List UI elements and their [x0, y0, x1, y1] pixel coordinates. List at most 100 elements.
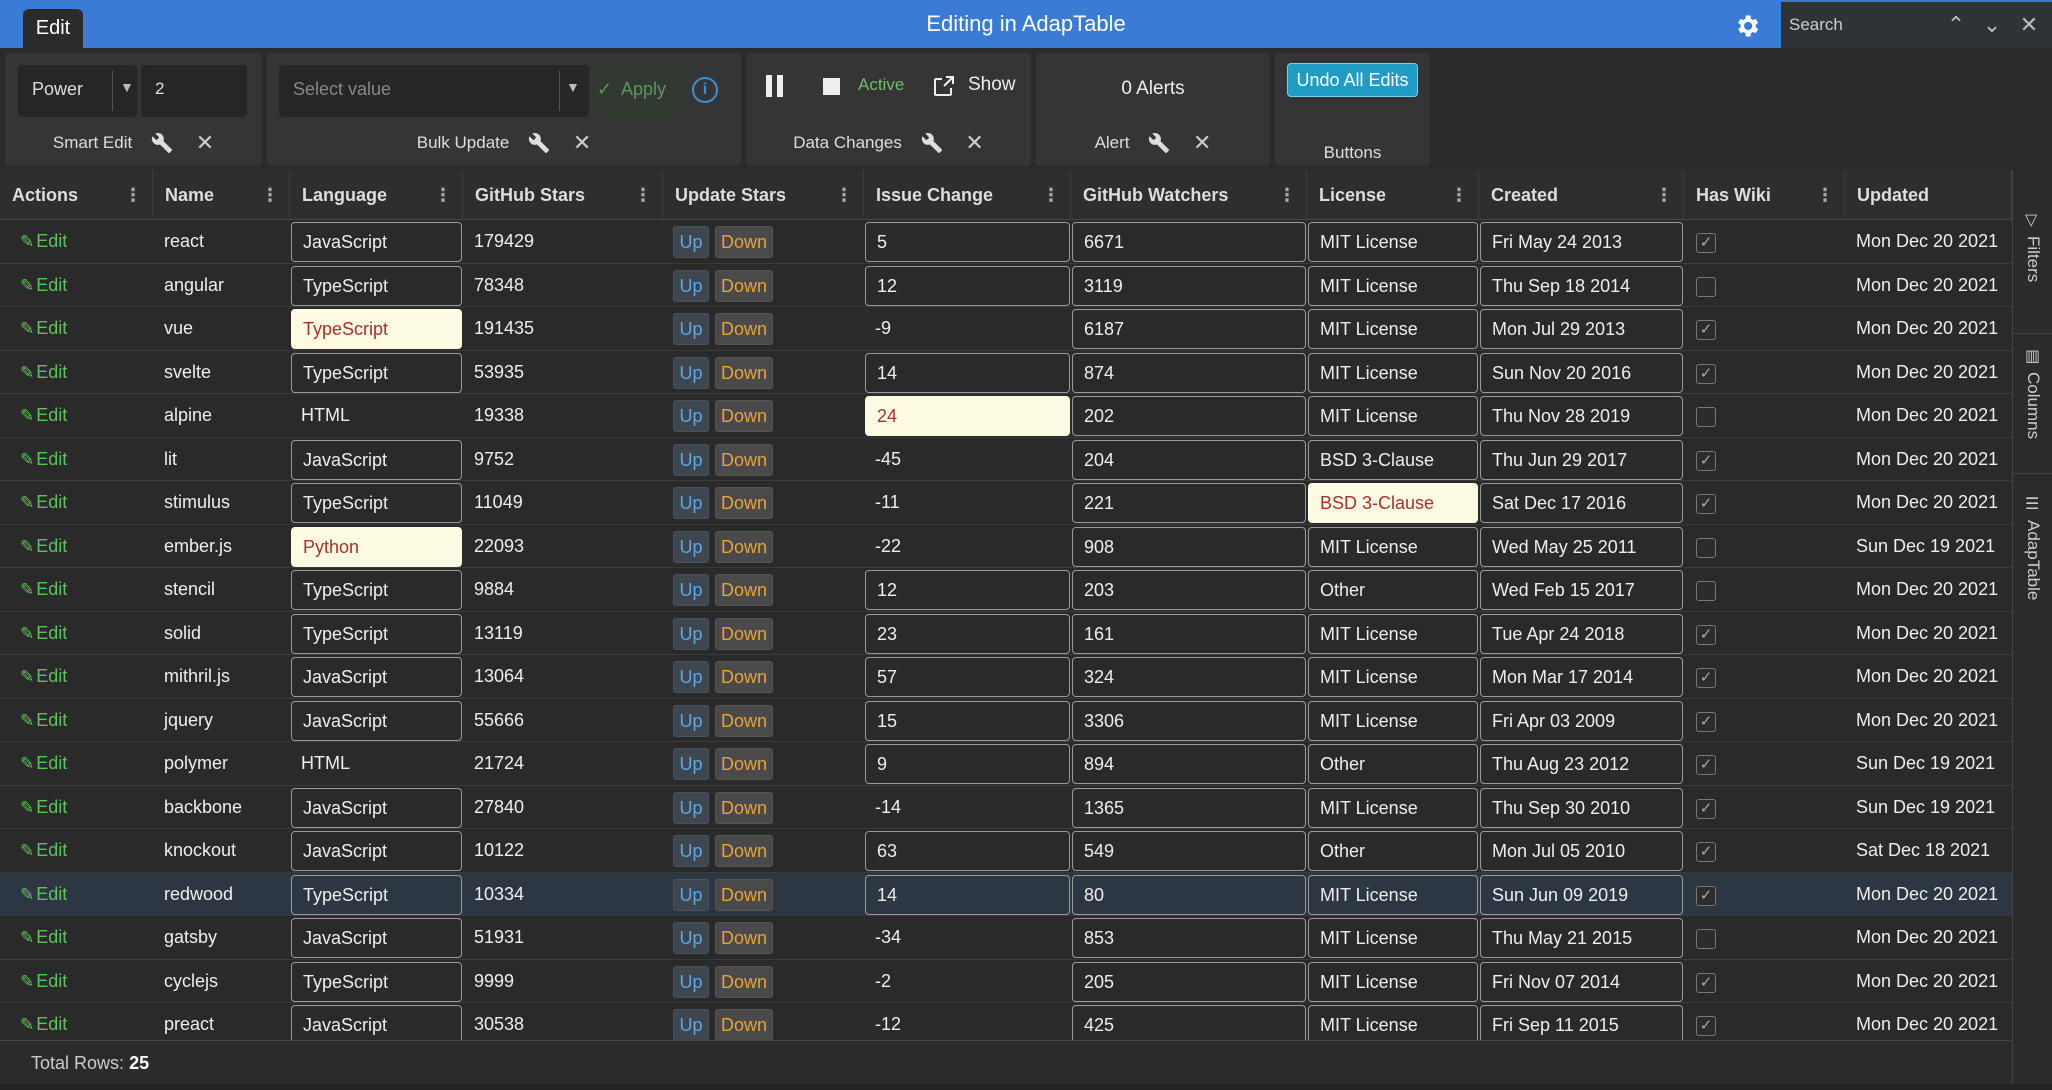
column-menu-icon[interactable]: ⋮ — [835, 170, 853, 220]
edit-action-button[interactable]: ✎ Edit — [0, 568, 153, 612]
language-cell[interactable]: JavaScript — [291, 1005, 462, 1045]
issue-change-cell[interactable]: -45 — [864, 438, 1071, 482]
language-cell[interactable]: TypeScript — [291, 265, 462, 306]
watchers-cell[interactable]: 425 — [1072, 1005, 1306, 1045]
table-row[interactable]: ✎ Edit cyclejs TypeScript 9999 Up Down -2 205 MIT… — [0, 959, 2012, 1004]
watchers-cell[interactable]: 221 — [1072, 483, 1306, 523]
has-wiki-checkbox[interactable] — [1696, 537, 1716, 558]
edit-action-button[interactable]: ✎ Edit — [0, 873, 153, 917]
column-header[interactable]: Updated — [1845, 170, 2012, 220]
up-button[interactable]: Up — [673, 704, 709, 737]
license-cell[interactable]: MIT License — [1308, 613, 1478, 654]
column-menu-icon[interactable]: ⋮ — [1042, 170, 1060, 220]
watchers-cell[interactable]: 3306 — [1072, 700, 1306, 741]
license-cell[interactable]: MIT License — [1308, 309, 1478, 349]
down-button[interactable]: Down — [715, 617, 773, 650]
down-button[interactable]: Down — [715, 313, 773, 345]
created-cell[interactable]: Mon Jul 05 2010 — [1480, 831, 1683, 871]
edit-action-button[interactable]: ✎ Edit — [0, 612, 153, 656]
table-row[interactable]: ✎ Edit vue TypeScript 191435 Up Down -9 6187 MIT … — [0, 307, 2012, 351]
table-row[interactable]: ✎ Edit react JavaScript 179429 Up Down 5 6671 MIT… — [0, 220, 2012, 264]
edit-action-button[interactable]: ✎ Edit — [0, 655, 153, 699]
column-menu-icon[interactable]: ⋮ — [434, 170, 452, 220]
edit-action-button[interactable]: ✎ Edit — [0, 829, 153, 873]
column-menu-icon[interactable]: ⋮ — [634, 170, 652, 220]
close-icon[interactable]: ✕ — [196, 130, 214, 156]
issue-change-cell[interactable]: -34 — [864, 916, 1071, 960]
has-wiki-checkbox[interactable]: ✓ — [1696, 363, 1716, 384]
table-row[interactable]: ✎ Edit lit JavaScript 9752 Up Down -45 204 BSD 3-… — [0, 437, 2012, 482]
close-icon[interactable]: ✕ — [573, 130, 591, 156]
license-cell[interactable]: MIT License — [1308, 265, 1478, 306]
created-cell[interactable]: Mon Mar 17 2014 — [1480, 657, 1683, 697]
has-wiki-checkbox[interactable]: ✓ — [1696, 450, 1716, 471]
license-cell[interactable]: Other — [1308, 570, 1478, 610]
up-button[interactable]: Up — [673, 748, 709, 780]
created-cell[interactable]: Sun Nov 20 2016 — [1480, 352, 1683, 393]
chevron-down-icon[interactable]: ⌄ — [1979, 12, 2005, 38]
down-button[interactable]: Down — [715, 1009, 773, 1041]
issue-change-cell[interactable]: -9 — [864, 307, 1071, 351]
edit-tab[interactable]: Edit — [23, 9, 83, 48]
up-button[interactable]: Up — [673, 791, 709, 824]
column-menu-icon[interactable]: ⋮ — [1816, 170, 1834, 220]
has-wiki-checkbox[interactable]: ✓ — [1696, 798, 1716, 819]
up-button[interactable]: Up — [673, 574, 709, 606]
edit-action-button[interactable]: ✎ Edit — [0, 786, 153, 830]
wrench-icon[interactable] — [921, 132, 943, 154]
issue-change-cell[interactable]: 9 — [865, 744, 1070, 784]
up-button[interactable]: Up — [673, 487, 709, 519]
language-cell[interactable]: JavaScript — [291, 222, 462, 262]
edit-action-button[interactable]: ✎ Edit — [0, 525, 153, 569]
has-wiki-checkbox[interactable]: ✓ — [1696, 885, 1716, 906]
column-header[interactable]: Issue Change ⋮ — [864, 170, 1071, 220]
table-row[interactable]: ✎ Edit redwood TypeScript 10334 Up Down 14 80 MIT… — [0, 872, 2012, 917]
language-cell[interactable]: TypeScript — [291, 874, 462, 915]
down-button[interactable]: Down — [715, 922, 773, 954]
created-cell[interactable]: Tue Apr 24 2018 — [1480, 613, 1683, 654]
language-cell[interactable]: TypeScript — [291, 961, 462, 1002]
up-button[interactable]: Up — [673, 922, 709, 954]
license-cell[interactable]: MIT License — [1308, 657, 1478, 697]
bulk-update-value-select[interactable]: Select value ▼ — [279, 65, 589, 117]
issue-change-cell[interactable]: -2 — [864, 960, 1071, 1004]
license-cell[interactable]: Other — [1308, 744, 1478, 784]
language-cell[interactable]: TypeScript — [291, 570, 462, 610]
watchers-cell[interactable]: 6671 — [1072, 222, 1306, 262]
up-button[interactable]: Up — [673, 878, 709, 911]
created-cell[interactable]: Thu May 21 2015 — [1480, 918, 1683, 958]
table-row[interactable]: ✎ Edit gatsby JavaScript 51931 Up Down -34 853 MI… — [0, 916, 2012, 960]
language-cell[interactable]: HTML — [290, 742, 463, 786]
table-row[interactable]: ✎ Edit alpine HTML 19338 Up Down 24 202 MIT Licen… — [0, 394, 2012, 438]
language-cell[interactable]: JavaScript — [291, 831, 462, 871]
table-row[interactable]: ✎ Edit jquery JavaScript 55666 Up Down 15 3306 MI… — [0, 698, 2012, 742]
license-cell[interactable]: MIT License — [1308, 222, 1478, 262]
license-cell[interactable]: Other — [1308, 831, 1478, 871]
smart-edit-value-input[interactable]: 2 — [141, 65, 247, 117]
sidebar-tab-adaptable[interactable]: ☰ AdapTable — [2013, 473, 2052, 633]
search-input[interactable] — [1789, 10, 1919, 40]
table-row[interactable]: ✎ Edit svelte TypeScript 53935 Up Down 14 874 MIT… — [0, 350, 2012, 394]
info-icon[interactable]: i — [692, 77, 718, 103]
table-row[interactable]: ✎ Edit polymer HTML 21724 Up Down 9 894 Other Thu … — [0, 742, 2012, 786]
issue-change-cell[interactable]: 57 — [865, 657, 1070, 697]
up-button[interactable]: Up — [673, 400, 709, 432]
close-icon[interactable]: ✕ — [2016, 12, 2042, 38]
language-cell[interactable]: JavaScript — [291, 657, 462, 697]
column-header[interactable]: Has Wiki ⋮ — [1684, 170, 1845, 220]
watchers-cell[interactable]: 205 — [1072, 961, 1306, 1002]
watchers-cell[interactable]: 1365 — [1072, 787, 1306, 828]
language-cell[interactable]: JavaScript — [291, 787, 462, 828]
issue-change-cell[interactable]: -11 — [864, 481, 1071, 525]
sidebar-tab-columns[interactable]: ▥ Columns — [2013, 333, 2052, 473]
watchers-cell[interactable]: 202 — [1072, 396, 1306, 436]
down-button[interactable]: Down — [715, 400, 773, 432]
wrench-icon[interactable] — [151, 132, 173, 154]
created-cell[interactable]: Sat Dec 17 2016 — [1480, 483, 1683, 523]
created-cell[interactable]: Fri May 24 2013 — [1480, 222, 1683, 262]
created-cell[interactable]: Sun Jun 09 2019 — [1480, 874, 1683, 915]
watchers-cell[interactable]: 324 — [1072, 657, 1306, 697]
close-icon[interactable]: ✕ — [965, 130, 983, 156]
column-header[interactable]: Created ⋮ — [1479, 170, 1684, 220]
stop-icon[interactable] — [823, 78, 840, 95]
